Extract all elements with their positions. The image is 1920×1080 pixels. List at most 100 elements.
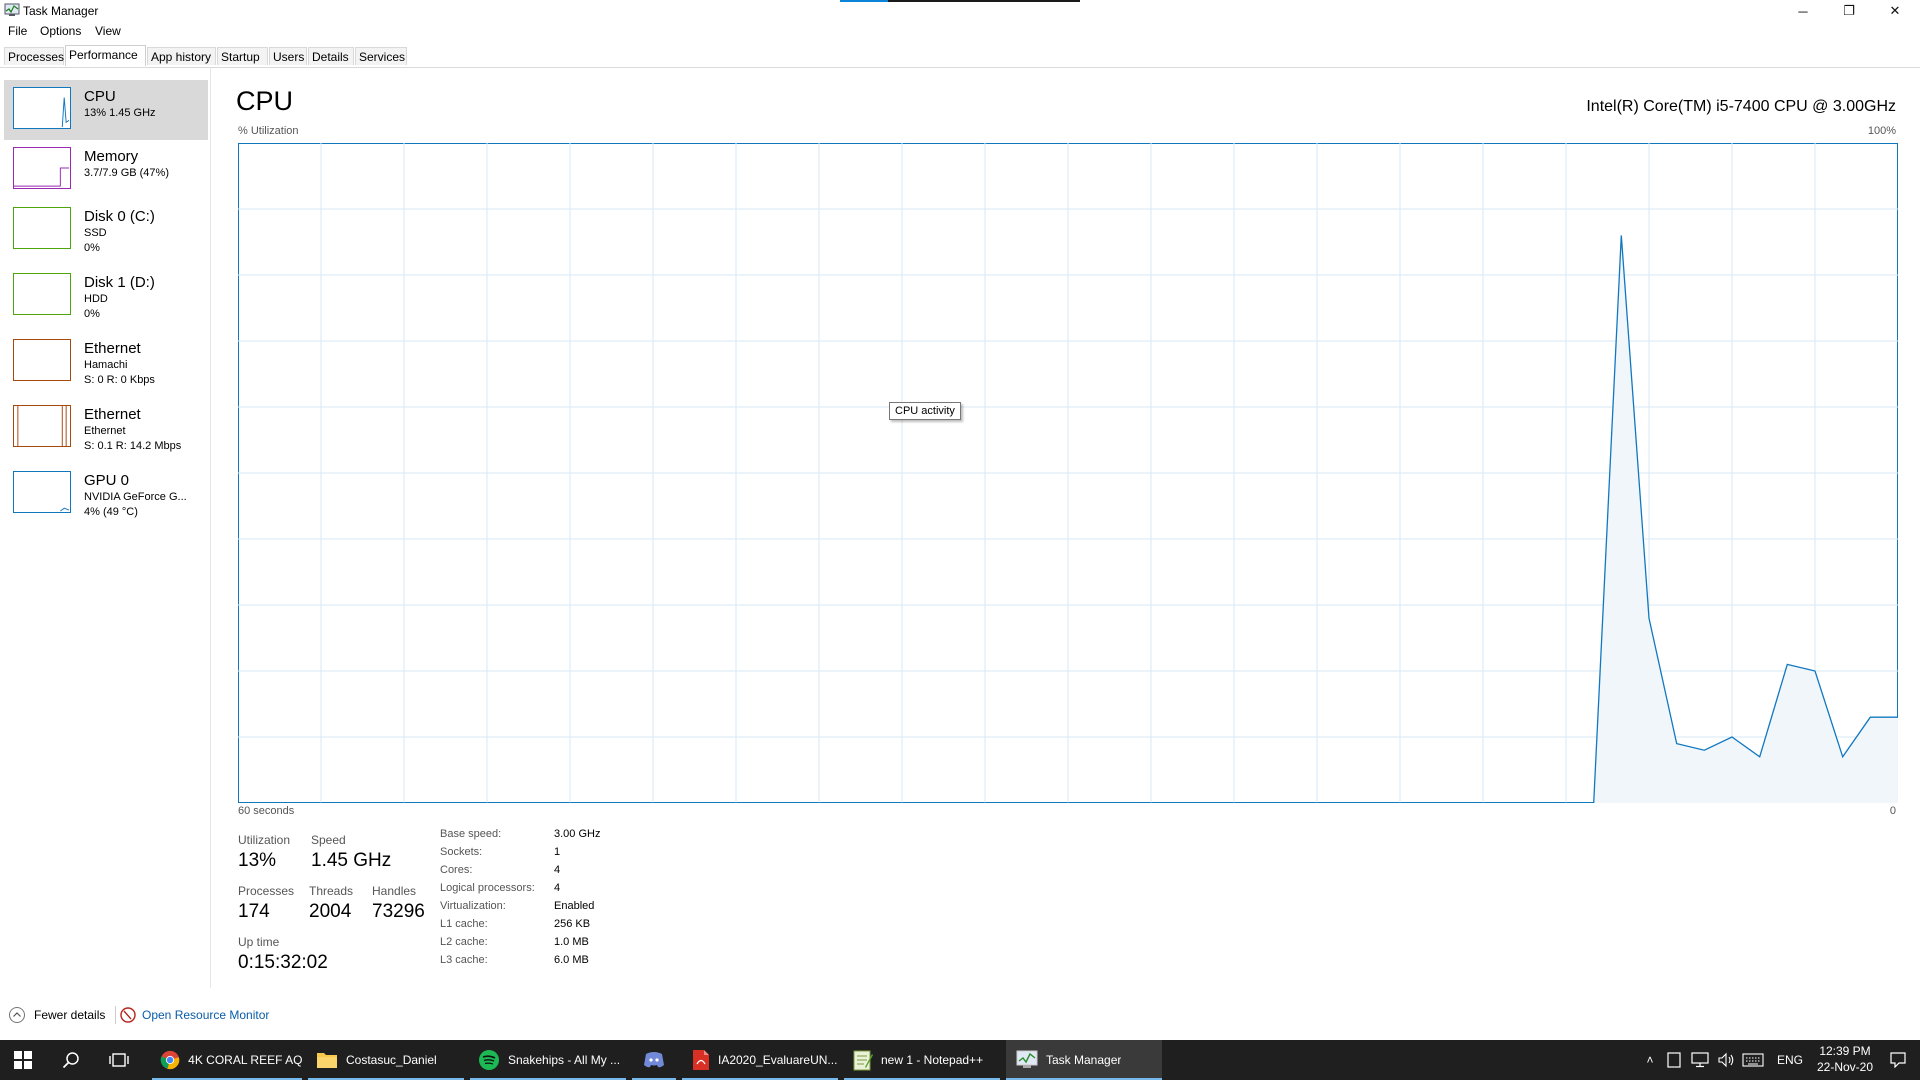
disk0-thumbnail-graph bbox=[13, 207, 71, 249]
sidebar-item-detail: S: 0 R: 0 Kbps bbox=[84, 374, 155, 386]
menu-view[interactable]: View bbox=[95, 24, 121, 38]
gpu-thumbnail-graph bbox=[13, 471, 71, 513]
task-view-button[interactable] bbox=[96, 1040, 142, 1080]
taskbar-app-explorer[interactable]: Costasuc_Daniel bbox=[308, 1040, 464, 1080]
tab-users[interactable]: Users bbox=[269, 47, 307, 65]
clock-date: 22-Nov-20 bbox=[1816, 1060, 1874, 1074]
tab-processes[interactable]: Processes bbox=[4, 47, 64, 65]
taskbar-app-label: new 1 - Notepad++ bbox=[881, 1053, 984, 1067]
spec-label: L3 cache: bbox=[440, 954, 488, 966]
search-button[interactable] bbox=[48, 1040, 94, 1080]
sidebar-item-disk-0[interactable]: Disk 0 (C:) SSD 0% bbox=[4, 200, 208, 260]
spec-label: Base speed: bbox=[440, 828, 502, 840]
tab-details[interactable]: Details bbox=[308, 47, 354, 65]
spec-label: Cores: bbox=[440, 864, 473, 876]
taskbar-app-task-manager[interactable]: Task Manager bbox=[1006, 1040, 1162, 1080]
menu-options[interactable]: Options bbox=[40, 24, 81, 38]
processes-value: 174 bbox=[238, 901, 270, 922]
notepad-icon bbox=[853, 1050, 873, 1071]
tab-startup[interactable]: Startup bbox=[217, 47, 268, 65]
disk1-thumbnail-graph bbox=[13, 273, 71, 315]
restore-button[interactable]: ❐ bbox=[1826, 0, 1872, 22]
sidebar-item-detail: 0% bbox=[84, 242, 100, 254]
taskbar: 4K CORAL REEF AQ... Costasuc_Daniel Snak… bbox=[0, 1040, 1920, 1080]
sidebar-item-gpu-0[interactable]: GPU 0 NVIDIA GeForce G... 4% (49 °C) bbox=[4, 464, 208, 524]
tray-keyboard[interactable] bbox=[1740, 1040, 1766, 1080]
spec-value: 3.00 GHz bbox=[554, 828, 601, 840]
start-button[interactable] bbox=[0, 1040, 46, 1080]
notification-icon bbox=[1890, 1052, 1906, 1068]
keyboard-icon bbox=[1742, 1053, 1764, 1067]
threads-value: 2004 bbox=[309, 901, 352, 922]
action-center-button[interactable] bbox=[1880, 1040, 1916, 1080]
tab-performance[interactable]: Performance bbox=[65, 45, 146, 66]
memory-thumbnail-graph bbox=[13, 147, 71, 189]
fewer-details-label: Fewer details bbox=[34, 1008, 106, 1022]
tray-volume[interactable] bbox=[1714, 1040, 1738, 1080]
sidebar-item-memory[interactable]: Memory 3.7/7.9 GB (47%) bbox=[4, 140, 208, 200]
sidebar-item-label: CPU bbox=[84, 88, 116, 105]
sidebar-item-disk-1[interactable]: Disk 1 (D:) HDD 0% bbox=[4, 266, 208, 326]
x-axis-duration-label: 60 seconds bbox=[238, 805, 295, 817]
sidebar-item-ethernet-hamachi[interactable]: Ethernet Hamachi S: 0 R: 0 Kbps bbox=[4, 332, 208, 392]
sidebar-item-detail: 3.7/7.9 GB (47%) bbox=[84, 167, 169, 179]
tab-bar: Processes Performance App history Startu… bbox=[0, 45, 1920, 68]
sidebar-item-cpu[interactable]: CPU 13% 1.45 GHz bbox=[4, 80, 208, 140]
cpu-utilization-chart[interactable] bbox=[238, 143, 1898, 803]
open-resource-monitor-link[interactable]: Open Resource Monitor bbox=[119, 1006, 269, 1024]
close-button[interactable]: ✕ bbox=[1872, 0, 1918, 22]
y-axis-min-label: 0 bbox=[1889, 805, 1896, 817]
task-view-icon bbox=[109, 1053, 129, 1067]
taskbar-app-spotify[interactable]: Snakehips - All My ... bbox=[470, 1040, 626, 1080]
sidebar-item-detail: Ethernet bbox=[84, 425, 126, 437]
show-hidden-icons-button[interactable]: ˄ bbox=[1640, 1040, 1660, 1080]
ethernet-thumbnail-graph bbox=[13, 339, 71, 381]
sidebar-item-label: Disk 1 (D:) bbox=[84, 274, 155, 291]
title-accent-blue bbox=[840, 0, 888, 2]
sidebar-item-detail: 4% (49 °C) bbox=[84, 506, 138, 518]
volume-icon bbox=[1718, 1052, 1734, 1068]
network-icon bbox=[1691, 1052, 1709, 1068]
tray-tablet[interactable] bbox=[1662, 1040, 1686, 1080]
spec-value: 256 KB bbox=[554, 918, 591, 930]
speed-label: Speed bbox=[311, 833, 346, 847]
menu-file[interactable]: File bbox=[8, 24, 27, 38]
task-manager-icon bbox=[1016, 1050, 1038, 1068]
search-icon bbox=[62, 1052, 79, 1069]
spec-value: Enabled bbox=[554, 900, 595, 912]
spec-label: Logical processors: bbox=[440, 882, 535, 894]
cpu-thumbnail-graph bbox=[13, 87, 71, 129]
taskbar-app-pdf[interactable]: IA2020_EvaluareUN... bbox=[682, 1040, 838, 1080]
spotify-icon bbox=[479, 1050, 499, 1070]
taskbar-app-discord[interactable] bbox=[632, 1040, 676, 1080]
spec-value: 1.0 MB bbox=[554, 936, 589, 948]
processes-label: Processes bbox=[238, 884, 295, 898]
footer-divider bbox=[115, 1006, 116, 1024]
spec-value: 4 bbox=[554, 864, 561, 876]
sidebar-item-label: Ethernet bbox=[84, 406, 141, 423]
sidebar-item-detail: S: 0.1 R: 14.2 Mbps bbox=[84, 440, 182, 452]
clock[interactable]: 12:39 PM 22-Nov-20 bbox=[1810, 1043, 1880, 1075]
tab-services[interactable]: Services bbox=[355, 47, 407, 65]
spec-value: 6.0 MB bbox=[554, 954, 589, 966]
sidebar-item-label: Memory bbox=[84, 148, 139, 165]
tab-app-history[interactable]: App history bbox=[147, 47, 216, 65]
uptime-label: Up time bbox=[238, 935, 280, 949]
handles-value: 73296 bbox=[372, 901, 425, 922]
taskbar-app-chrome[interactable]: 4K CORAL REEF AQ... bbox=[152, 1040, 302, 1080]
window-title: Task Manager bbox=[23, 4, 99, 18]
fewer-details-button[interactable]: Fewer details bbox=[8, 1006, 105, 1024]
sidebar-item-detail: NVIDIA GeForce G... bbox=[84, 491, 187, 503]
sidebar-item-detail: 0% bbox=[84, 308, 100, 320]
tray-network[interactable] bbox=[1688, 1040, 1712, 1080]
ethernet-thumbnail-graph bbox=[13, 405, 71, 447]
threads-label: Threads bbox=[309, 884, 354, 898]
input-language-button[interactable]: ENG bbox=[1772, 1040, 1808, 1080]
sidebar-item-ethernet[interactable]: Ethernet Ethernet S: 0.1 R: 14.2 Mbps bbox=[4, 398, 208, 458]
sidebar-item-detail: HDD bbox=[84, 293, 108, 305]
minimize-button[interactable]: ─ bbox=[1780, 0, 1826, 22]
tablet-icon bbox=[1667, 1052, 1681, 1068]
language-label: ENG bbox=[1776, 1053, 1803, 1067]
taskbar-app-notepad-plus-plus[interactable]: new 1 - Notepad++ bbox=[844, 1040, 1000, 1080]
pdf-icon bbox=[693, 1050, 709, 1070]
